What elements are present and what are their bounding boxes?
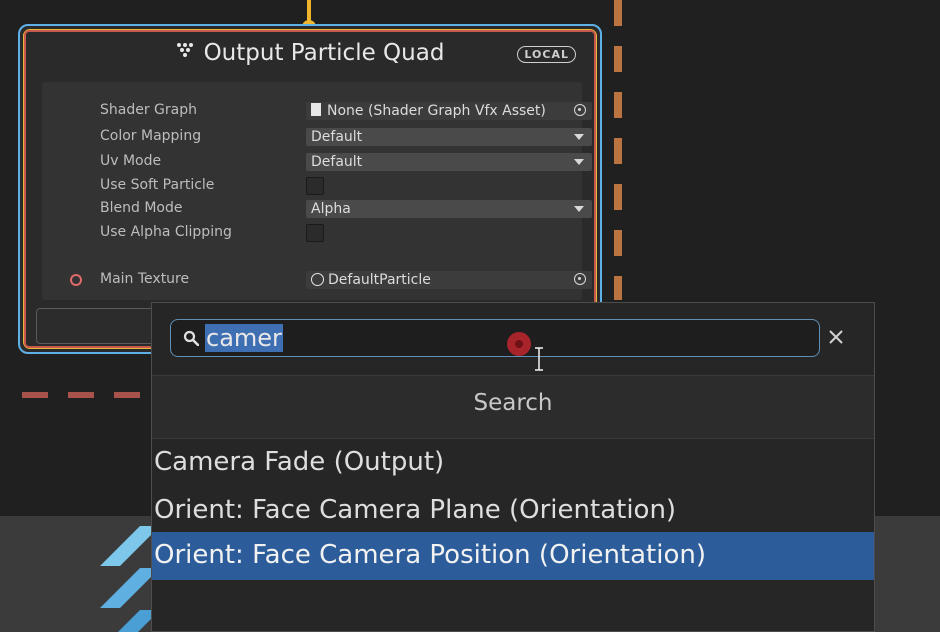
chevron-down-icon	[574, 206, 584, 212]
main-texture-value: DefaultParticle	[328, 272, 431, 288]
flow-edge-horizontal	[22, 392, 158, 398]
search-header-label: Search	[473, 390, 553, 416]
shader-graph-field[interactable]: None (Shader Graph Vfx Asset)	[306, 102, 592, 120]
search-results-header: Search	[152, 375, 874, 439]
chevron-down-icon	[574, 134, 584, 140]
texture-icon	[311, 273, 324, 286]
uv-mode-label: Uv Mode	[100, 153, 162, 169]
node-header[interactable]: Output Particle Quad LOCAL	[20, 26, 600, 82]
color-mapping-dropdown[interactable]: Default	[306, 128, 592, 146]
text-cursor-icon	[535, 347, 543, 371]
chevron-down-icon	[574, 159, 584, 165]
use-alpha-clipping-label: Use Alpha Clipping	[100, 224, 232, 240]
node-search-popup: camer Search Camera Fade (Output) Orient…	[151, 302, 875, 632]
search-result-item[interactable]: Orient: Face Camera Plane (Orientation)	[152, 487, 874, 535]
local-space-badge[interactable]: LOCAL	[517, 46, 576, 63]
color-mapping-value: Default	[311, 129, 363, 145]
blend-mode-label: Blend Mode	[100, 200, 183, 216]
use-alpha-clipping-checkbox[interactable]	[306, 224, 324, 242]
object-picker-icon[interactable]	[574, 273, 586, 285]
search-result-item-selected[interactable]: Orient: Face Camera Position (Orientatio…	[152, 532, 874, 580]
main-texture-label: Main Texture	[100, 271, 190, 287]
blend-mode-value: Alpha	[311, 201, 351, 217]
use-soft-particle-checkbox[interactable]	[306, 177, 324, 195]
node-title-text: Output Particle Quad	[203, 40, 445, 66]
uv-mode-dropdown[interactable]: Default	[306, 153, 592, 171]
main-texture-field[interactable]: DefaultParticle	[306, 271, 592, 289]
search-icon	[183, 330, 199, 346]
use-soft-particle-label: Use Soft Particle	[100, 177, 215, 193]
close-icon[interactable]	[828, 329, 844, 345]
node-properties: Shader Graph None (Shader Graph Vfx Asse…	[42, 82, 592, 300]
click-indicator-icon	[507, 332, 531, 356]
shader-graph-value: None (Shader Graph Vfx Asset)	[327, 103, 546, 119]
search-query: camer	[205, 324, 283, 352]
blend-mode-dropdown[interactable]: Alpha	[306, 200, 592, 218]
node-title: Output Particle Quad	[20, 40, 600, 66]
object-picker-icon[interactable]	[574, 104, 586, 116]
file-icon	[311, 103, 321, 116]
shader-graph-label: Shader Graph	[100, 102, 197, 118]
flow-edge-vertical	[614, 0, 622, 300]
uv-mode-value: Default	[311, 154, 363, 170]
search-input[interactable]: camer	[170, 319, 820, 371]
vfx-output-icon	[176, 43, 193, 57]
search-result-item[interactable]: Camera Fade (Output)	[152, 439, 874, 487]
color-mapping-label: Color Mapping	[100, 128, 202, 144]
main-texture-input-port[interactable]	[70, 274, 82, 286]
